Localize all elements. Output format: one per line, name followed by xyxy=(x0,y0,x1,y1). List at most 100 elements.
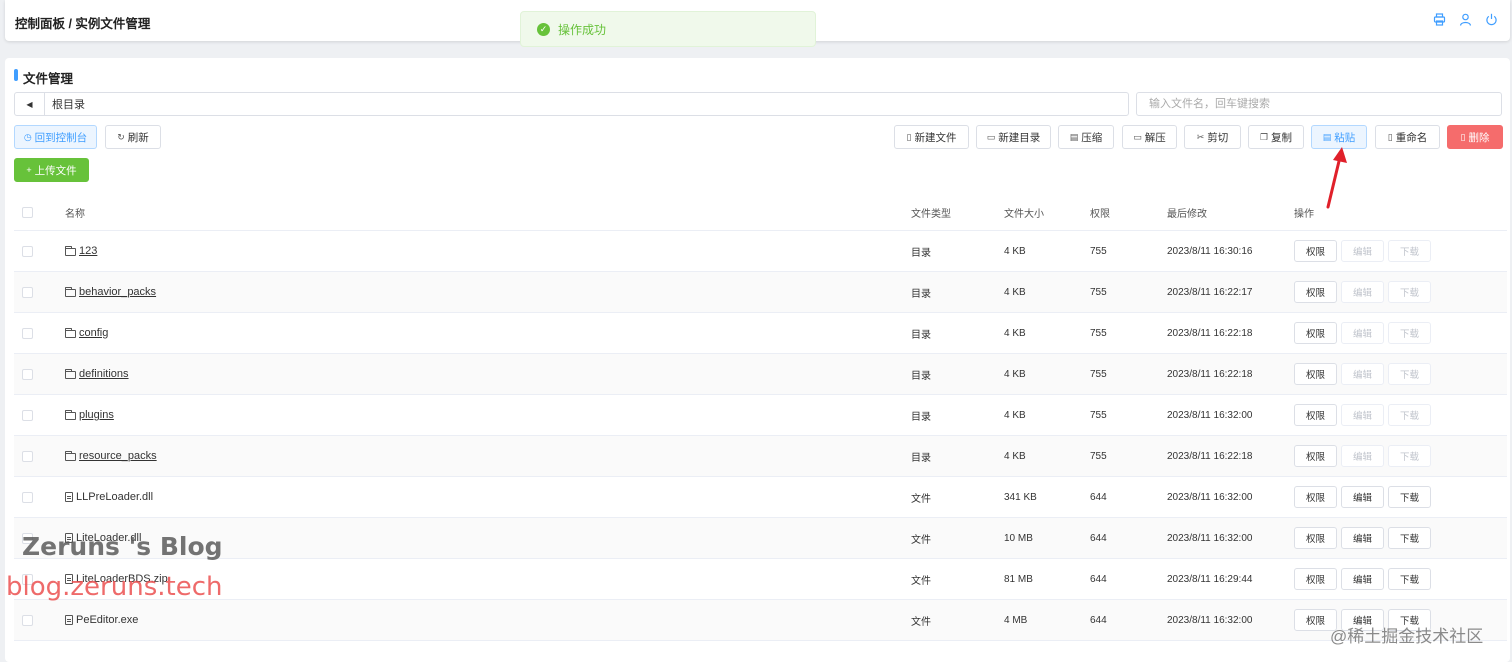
copy-button[interactable]: ❐ 复制 xyxy=(1248,125,1304,149)
edit-button[interactable]: 编辑 xyxy=(1341,281,1384,303)
delete-label: 删除 xyxy=(1468,131,1490,144)
row-checkbox[interactable] xyxy=(22,409,33,421)
new-dir-button[interactable]: ▭ 新建目录 xyxy=(976,125,1051,149)
download-button[interactable]: 下载 xyxy=(1388,445,1431,467)
perm-cell: 755 xyxy=(1090,245,1107,257)
table-row: PeEditor.exe 文件 4 MB 644 2023/8/11 16:32:00 权… xyxy=(14,600,1507,641)
table-body: 123 目录 4 KB 755 2023/8/11 16:30:16 权限 编辑 下载 beha… xyxy=(14,231,1507,641)
download-button[interactable]: 下载 xyxy=(1388,322,1431,344)
download-button[interactable]: 下载 xyxy=(1388,240,1431,262)
edit-button[interactable]: 编辑 xyxy=(1341,527,1384,549)
row-checkbox[interactable] xyxy=(22,245,33,257)
name-cell: config xyxy=(65,327,108,339)
table-row: LLPreLoader.dll 文件 341 KB 644 2023/8/11 16:3… xyxy=(14,477,1507,518)
size-cell: 4 KB xyxy=(1004,286,1026,298)
edit-button[interactable]: 编辑 xyxy=(1341,363,1384,385)
row-checkbox[interactable] xyxy=(22,450,33,462)
download-button[interactable]: 下载 xyxy=(1388,281,1431,303)
file-name-link[interactable]: PeEditor.exe xyxy=(76,614,138,626)
perm-button[interactable]: 权限 xyxy=(1294,322,1337,344)
perm-cell: 644 xyxy=(1090,614,1107,626)
upload-button[interactable]: + 上传文件 xyxy=(14,158,89,182)
perm-cell: 644 xyxy=(1090,532,1107,544)
type-cell: 目录 xyxy=(911,370,931,382)
file-name-link[interactable]: plugins xyxy=(79,409,114,421)
perm-button[interactable]: 权限 xyxy=(1294,363,1337,385)
table-row: plugins 目录 4 KB 755 2023/8/11 16:32:00 权限 编辑 下载 xyxy=(14,395,1507,436)
perm-button[interactable]: 权限 xyxy=(1294,281,1337,303)
col-perm: 权限 xyxy=(1090,209,1110,220)
download-button[interactable]: 下载 xyxy=(1388,363,1431,385)
row-checkbox[interactable] xyxy=(22,614,33,626)
name-cell: resource_packs xyxy=(65,450,157,462)
row-checkbox[interactable] xyxy=(22,368,33,380)
row-checkbox[interactable] xyxy=(22,286,33,298)
download-button[interactable]: 下载 xyxy=(1388,527,1431,549)
file-icon xyxy=(65,492,73,502)
name-cell: plugins xyxy=(65,409,114,421)
perm-button[interactable]: 权限 xyxy=(1294,404,1337,426)
cut-label: 剪切 xyxy=(1207,131,1229,144)
perm-button[interactable]: 权限 xyxy=(1294,445,1337,467)
edit-button[interactable]: 编辑 xyxy=(1341,486,1384,508)
compress-button[interactable]: ▤ 压缩 xyxy=(1058,125,1114,149)
table-row: resource_packs 目录 4 KB 755 2023/8/11 16:22:1… xyxy=(14,436,1507,477)
delete-button[interactable]: ▯ 删除 xyxy=(1447,125,1503,149)
edit-button[interactable]: 编辑 xyxy=(1341,445,1384,467)
download-button[interactable]: 下载 xyxy=(1388,568,1431,590)
current-path: 根目录 xyxy=(52,99,85,111)
refresh-button[interactable]: ↻ 刷新 xyxy=(105,125,161,149)
open-box-icon: ▭ xyxy=(1133,131,1142,142)
folder-icon xyxy=(65,246,76,256)
download-button[interactable]: 下载 xyxy=(1388,404,1431,426)
perm-button[interactable]: 权限 xyxy=(1294,486,1337,508)
search-input[interactable] xyxy=(1136,92,1502,116)
perm-button[interactable]: 权限 xyxy=(1294,240,1337,262)
caret-left-icon: ◀ xyxy=(26,99,33,109)
row-checkbox[interactable] xyxy=(22,491,33,503)
modified-cell: 2023/8/11 16:32:00 xyxy=(1167,409,1253,421)
paste-icon: ▤ xyxy=(1322,131,1332,142)
folder-icon xyxy=(65,451,76,461)
table-row: config 目录 4 KB 755 2023/8/11 16:22:18 权限 编辑 下载 xyxy=(14,313,1507,354)
file-name-link[interactable]: 123 xyxy=(79,245,97,257)
file-name-link[interactable]: behavior_packs xyxy=(79,286,156,298)
decompress-button[interactable]: ▭ 解压 xyxy=(1122,125,1177,149)
edit-button[interactable]: 编辑 xyxy=(1341,404,1384,426)
perm-button[interactable]: 权限 xyxy=(1294,568,1337,590)
row-checkbox[interactable] xyxy=(22,327,33,339)
back-to-console-button[interactable]: ◷ 回到控制台 xyxy=(14,125,97,149)
modified-cell: 2023/8/11 16:32:00 xyxy=(1167,614,1253,626)
type-cell: 文件 xyxy=(911,575,931,587)
edit-button[interactable]: 编辑 xyxy=(1341,322,1384,344)
edit-button[interactable]: 编辑 xyxy=(1341,240,1384,262)
type-cell: 目录 xyxy=(911,452,931,464)
file-name-link[interactable]: definitions xyxy=(79,368,129,380)
col-name: 名称 xyxy=(65,209,85,220)
file-name-link[interactable]: LLPreLoader.dll xyxy=(76,491,153,503)
download-button[interactable]: 下载 xyxy=(1388,486,1431,508)
name-cell: LLPreLoader.dll xyxy=(65,491,153,503)
power-icon[interactable] xyxy=(1484,12,1498,26)
col-size: 文件大小 xyxy=(1004,209,1044,220)
select-all-checkbox[interactable] xyxy=(22,207,33,218)
new-dir-label: 新建目录 xyxy=(998,131,1041,144)
new-file-icon: ▯ xyxy=(906,131,912,142)
perm-button[interactable]: 权限 xyxy=(1294,527,1337,549)
user-icon[interactable] xyxy=(1458,12,1472,26)
file-name-link[interactable]: resource_packs xyxy=(79,450,157,462)
ops-cell: 权限 编辑 下载 xyxy=(1294,322,1431,344)
modified-cell: 2023/8/11 16:32:00 xyxy=(1167,491,1253,503)
rename-button[interactable]: ▯ 重命名 xyxy=(1375,125,1440,149)
new-file-button[interactable]: ▯ 新建文件 xyxy=(894,125,969,149)
cut-button[interactable]: ✂ 剪切 xyxy=(1184,125,1241,149)
file-name-link[interactable]: config xyxy=(79,327,108,339)
ops-cell: 权限 编辑 下载 xyxy=(1294,281,1431,303)
section-title: 文件管理 xyxy=(14,68,73,87)
type-cell: 目录 xyxy=(911,247,931,259)
back-button[interactable]: ◀ xyxy=(15,93,45,115)
printer-icon[interactable] xyxy=(1432,12,1446,26)
edit-button[interactable]: 编辑 xyxy=(1341,568,1384,590)
table-row: 123 目录 4 KB 755 2023/8/11 16:30:16 权限 编辑 下载 xyxy=(14,231,1507,272)
ops-cell: 权限 编辑 下载 xyxy=(1294,404,1431,426)
